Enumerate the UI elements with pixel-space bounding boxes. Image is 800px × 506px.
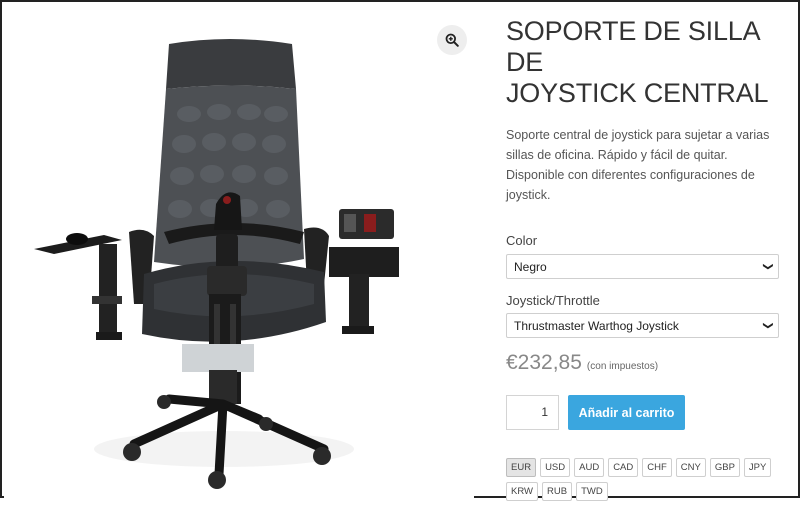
product-price: €232,85: [506, 351, 582, 374]
currency-button-rub[interactable]: RUB: [542, 482, 573, 501]
currency-button-twd[interactable]: TWD: [576, 482, 608, 501]
magnifier-plus-icon: [445, 33, 459, 47]
currency-button-krw[interactable]: KRW: [506, 482, 538, 501]
add-to-cart-row: 1 Añadir al carrito: [506, 395, 780, 430]
product-summary: SOPORTE DE SILLA DE JOYSTICK CENTRAL Sop…: [506, 12, 780, 506]
currency-switcher: EUR USD AUD CAD CHF CNY GBP JPY KRW RUB TWD: [506, 458, 786, 506]
product-description: Soporte central de joystick para sujetar…: [506, 128, 770, 202]
add-to-cart-button[interactable]: Añadir al carrito: [568, 395, 685, 430]
currency-button-aud[interactable]: AUD: [574, 458, 605, 477]
color-select-value: Negro: [514, 259, 547, 274]
currency-button-jpy[interactable]: JPY: [743, 458, 772, 477]
joystick-select-value: Thrustmaster Warthog Joystick: [514, 318, 679, 333]
page-frame: SOPORTE DE SILLA DE JOYSTICK CENTRAL Sop…: [0, 0, 800, 501]
joystick-label: Joystick/Throttle: [506, 293, 600, 308]
color-label: Color: [506, 233, 538, 248]
chevron-down-icon: ❮: [762, 262, 774, 271]
currency-button-cny[interactable]: CNY: [675, 458, 706, 477]
tax-note: (con impuestos): [586, 361, 659, 372]
product-title-line-1: SOPORTE DE SILLA DE: [506, 16, 759, 77]
currency-button-eur[interactable]: EUR: [506, 458, 537, 477]
currency-button-cad[interactable]: CAD: [608, 458, 639, 477]
currency-button-usd[interactable]: USD: [540, 458, 571, 477]
chair-illustration: [34, 39, 399, 489]
product-image[interactable]: [4, 4, 474, 498]
product-title-line-2: JOYSTICK CENTRAL: [506, 78, 769, 108]
currency-button-chf[interactable]: CHF: [642, 458, 672, 477]
joystick-select[interactable]: Thrustmaster Warthog Joystick ❮: [506, 313, 779, 338]
currency-button-gbp[interactable]: GBP: [709, 458, 740, 477]
product-title: SOPORTE DE SILLA DE JOYSTICK CENTRAL: [506, 16, 780, 109]
zoom-button[interactable]: [437, 25, 467, 55]
quantity-input[interactable]: 1: [506, 395, 559, 430]
chevron-down-icon: ❮: [762, 321, 774, 330]
price-row: €232,85 (con impuestos): [506, 351, 780, 375]
color-select[interactable]: Negro ❮: [506, 254, 779, 279]
